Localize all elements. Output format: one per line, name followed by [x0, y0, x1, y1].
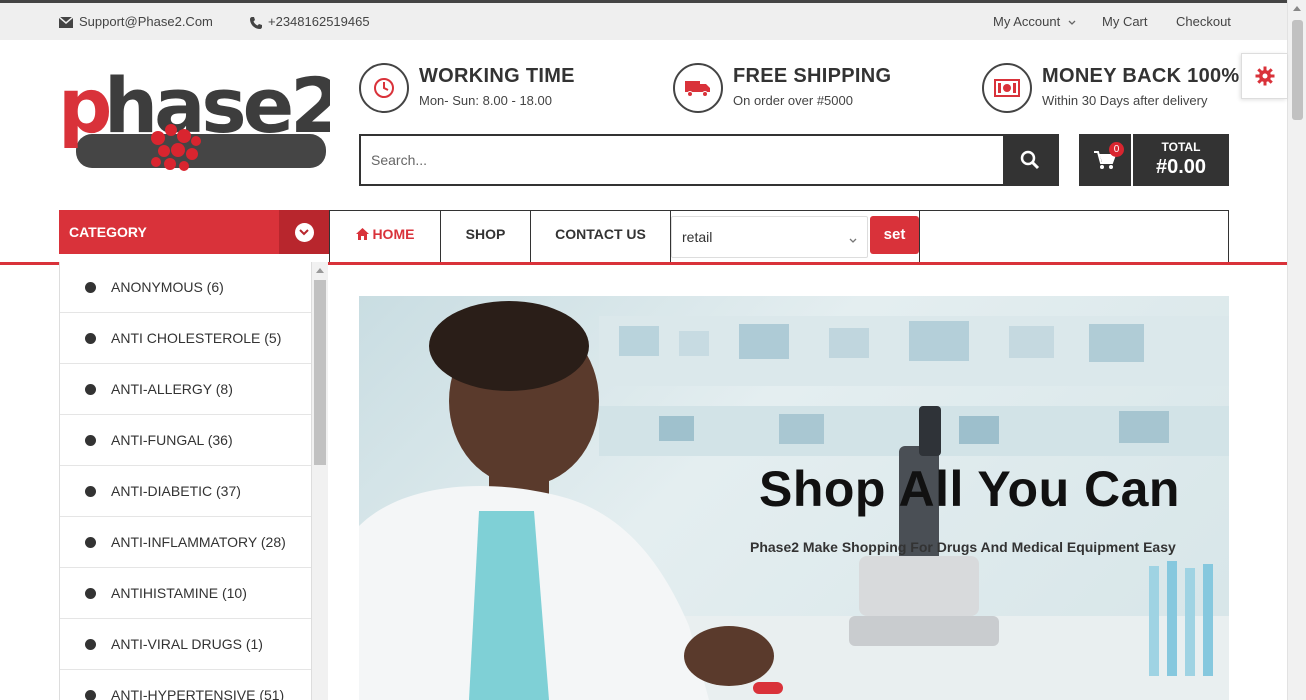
- clock-icon: [359, 63, 409, 113]
- category-scroll-thumb[interactable]: [314, 280, 326, 465]
- bullet-icon: [85, 282, 96, 293]
- hero-banner[interactable]: Shop All You Can Phase2 Make Shopping Fo…: [359, 296, 1229, 700]
- bullet-icon: [85, 435, 96, 446]
- chevron-down-icon: [849, 231, 857, 249]
- phone-icon: [250, 16, 262, 29]
- free-shipping-title: FREE SHIPPING: [733, 65, 892, 87]
- working-time-title: WORKING TIME: [419, 65, 575, 87]
- cart-total-value: #0.00: [1155, 156, 1207, 178]
- category-item[interactable]: ANTI-VIRAL DRUGS (1): [60, 619, 311, 670]
- cart-count-badge: 0: [1109, 142, 1124, 157]
- money-icon: [982, 63, 1032, 113]
- nav-shop[interactable]: SHOP: [441, 211, 531, 264]
- working-time-subtitle: Mon- Sun: 8.00 - 18.00: [419, 93, 552, 108]
- category-header[interactable]: CATEGORY: [59, 210, 329, 254]
- bullet-icon: [85, 333, 96, 344]
- banner-tagline: Phase2 Make Shopping For Drugs And Medic…: [750, 539, 1176, 555]
- page-scrollbar[interactable]: [1287, 0, 1306, 700]
- nav-contact-us[interactable]: CONTACT US: [531, 211, 671, 264]
- category-header-label: CATEGORY: [69, 224, 147, 240]
- working-time-block: WORKING TIME Mon- Sun: 8.00 - 18.00: [359, 63, 589, 115]
- slider-indicator[interactable]: [753, 682, 783, 694]
- free-shipping-subtitle: On order over #5000: [733, 93, 853, 108]
- search-input[interactable]: [361, 136, 1005, 184]
- cart-button[interactable]: 0: [1079, 134, 1131, 186]
- my-cart-link[interactable]: My Cart: [1102, 3, 1148, 40]
- category-scrollbar[interactable]: [312, 262, 328, 700]
- checkout-link[interactable]: Checkout: [1176, 3, 1231, 40]
- category-toggle[interactable]: [279, 210, 329, 254]
- bullet-icon: [85, 639, 96, 650]
- category-item[interactable]: ANTI-INFLAMMATORY (28): [60, 517, 311, 568]
- category-item[interactable]: ANTI-HYPERTENSIVE (51): [60, 670, 311, 700]
- svg-text:p: p: [58, 61, 109, 150]
- svg-text:hase2: hase2: [104, 61, 330, 150]
- cart-total[interactable]: TOTAL #0.00: [1133, 134, 1229, 186]
- support-phone[interactable]: +2348162519465: [250, 3, 370, 40]
- search-bar: [359, 134, 1059, 186]
- money-back-block: MONEY BACK 100% Within 30 Days after del…: [982, 63, 1239, 115]
- nav-home[interactable]: HOME: [330, 211, 441, 264]
- search-button[interactable]: [1003, 136, 1057, 184]
- money-back-subtitle: Within 30 Days after delivery: [1042, 93, 1208, 108]
- scroll-up-arrow[interactable]: [316, 268, 324, 273]
- envelope-icon: [58, 16, 74, 29]
- category-item[interactable]: ANTI-ALLERGY (8): [60, 364, 311, 415]
- page-scroll-thumb[interactable]: [1292, 20, 1303, 120]
- banner-headline: Shop All You Can: [759, 461, 1180, 517]
- nav-divider: [919, 210, 920, 264]
- category-item[interactable]: ANTI-DIABETIC (37): [60, 466, 311, 517]
- top-bar: Support@Phase2.Com +2348162519465 My Acc…: [0, 0, 1287, 40]
- scroll-up-arrow[interactable]: [1293, 6, 1301, 11]
- category-item[interactable]: ANTIHISTAMINE (10): [60, 568, 311, 619]
- gear-icon: [1255, 66, 1274, 86]
- chevron-down-icon: [1068, 20, 1076, 25]
- price-mode-value: retail: [682, 229, 713, 245]
- support-email[interactable]: Support@Phase2.Com: [58, 3, 213, 40]
- set-button[interactable]: set: [870, 216, 919, 254]
- settings-button[interactable]: [1241, 53, 1287, 99]
- bullet-icon: [85, 537, 96, 548]
- truck-icon: [673, 63, 723, 113]
- category-item[interactable]: ANONYMOUS (6): [60, 262, 311, 313]
- bullet-icon: [85, 690, 96, 700]
- bullet-icon: [85, 384, 96, 395]
- site-logo[interactable]: p hase2: [58, 58, 343, 176]
- cart-total-label: TOTAL: [1161, 140, 1201, 154]
- category-item[interactable]: ANTI-FUNGAL (36): [60, 415, 311, 466]
- category-item[interactable]: ANTI CHOLESTEROLE (5): [60, 313, 311, 364]
- search-icon: [1020, 150, 1040, 170]
- phase2-logo-graphic: p hase2: [58, 61, 343, 171]
- home-icon: [355, 228, 369, 240]
- chevron-down-icon: [294, 222, 314, 242]
- money-back-title: MONEY BACK 100%: [1042, 65, 1240, 87]
- bullet-icon: [85, 486, 96, 497]
- category-list: ANONYMOUS (6) ANTI CHOLESTEROLE (5) ANTI…: [59, 262, 312, 700]
- bullet-icon: [85, 588, 96, 599]
- price-mode-select[interactable]: retail: [671, 216, 868, 258]
- free-shipping-block: FREE SHIPPING On order over #5000: [673, 63, 903, 115]
- my-account-link[interactable]: My Account: [993, 3, 1076, 40]
